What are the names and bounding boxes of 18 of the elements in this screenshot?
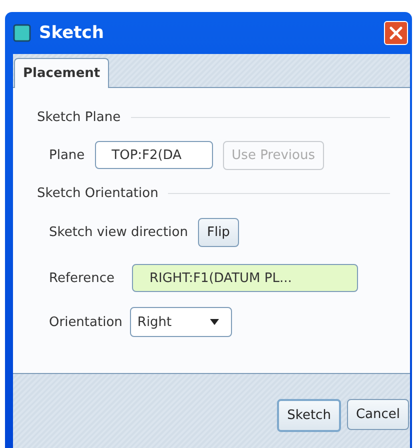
tab[interactable]: Placement bbox=[14, 58, 110, 88]
plane-field[interactable]: TOP:F2(DA bbox=[94, 141, 213, 169]
field-label: Plane bbox=[49, 148, 85, 162]
section-heading: Sketch Orientation bbox=[37, 186, 158, 200]
field-label: Orientation bbox=[49, 314, 122, 330]
window-title: Sketch bbox=[39, 23, 105, 43]
section-heading: Sketch Plane bbox=[37, 110, 121, 124]
close-button[interactable] bbox=[384, 21, 408, 45]
dialog-button[interactable]: Sketch bbox=[277, 399, 341, 432]
cube-icon bbox=[13, 24, 31, 42]
reference-field[interactable]: RIGHT:F1(DATUM PL... bbox=[132, 264, 358, 292]
close-icon bbox=[389, 26, 403, 40]
dropdown-arrow-icon bbox=[210, 319, 220, 325]
flip-button[interactable]: Flip bbox=[198, 218, 239, 246]
orientation-dropdown[interactable]: Right bbox=[130, 307, 232, 337]
field-label: Sketch view direction bbox=[49, 224, 188, 240]
dialog-button[interactable]: Cancel bbox=[346, 399, 409, 430]
field-label: Reference bbox=[49, 270, 114, 286]
